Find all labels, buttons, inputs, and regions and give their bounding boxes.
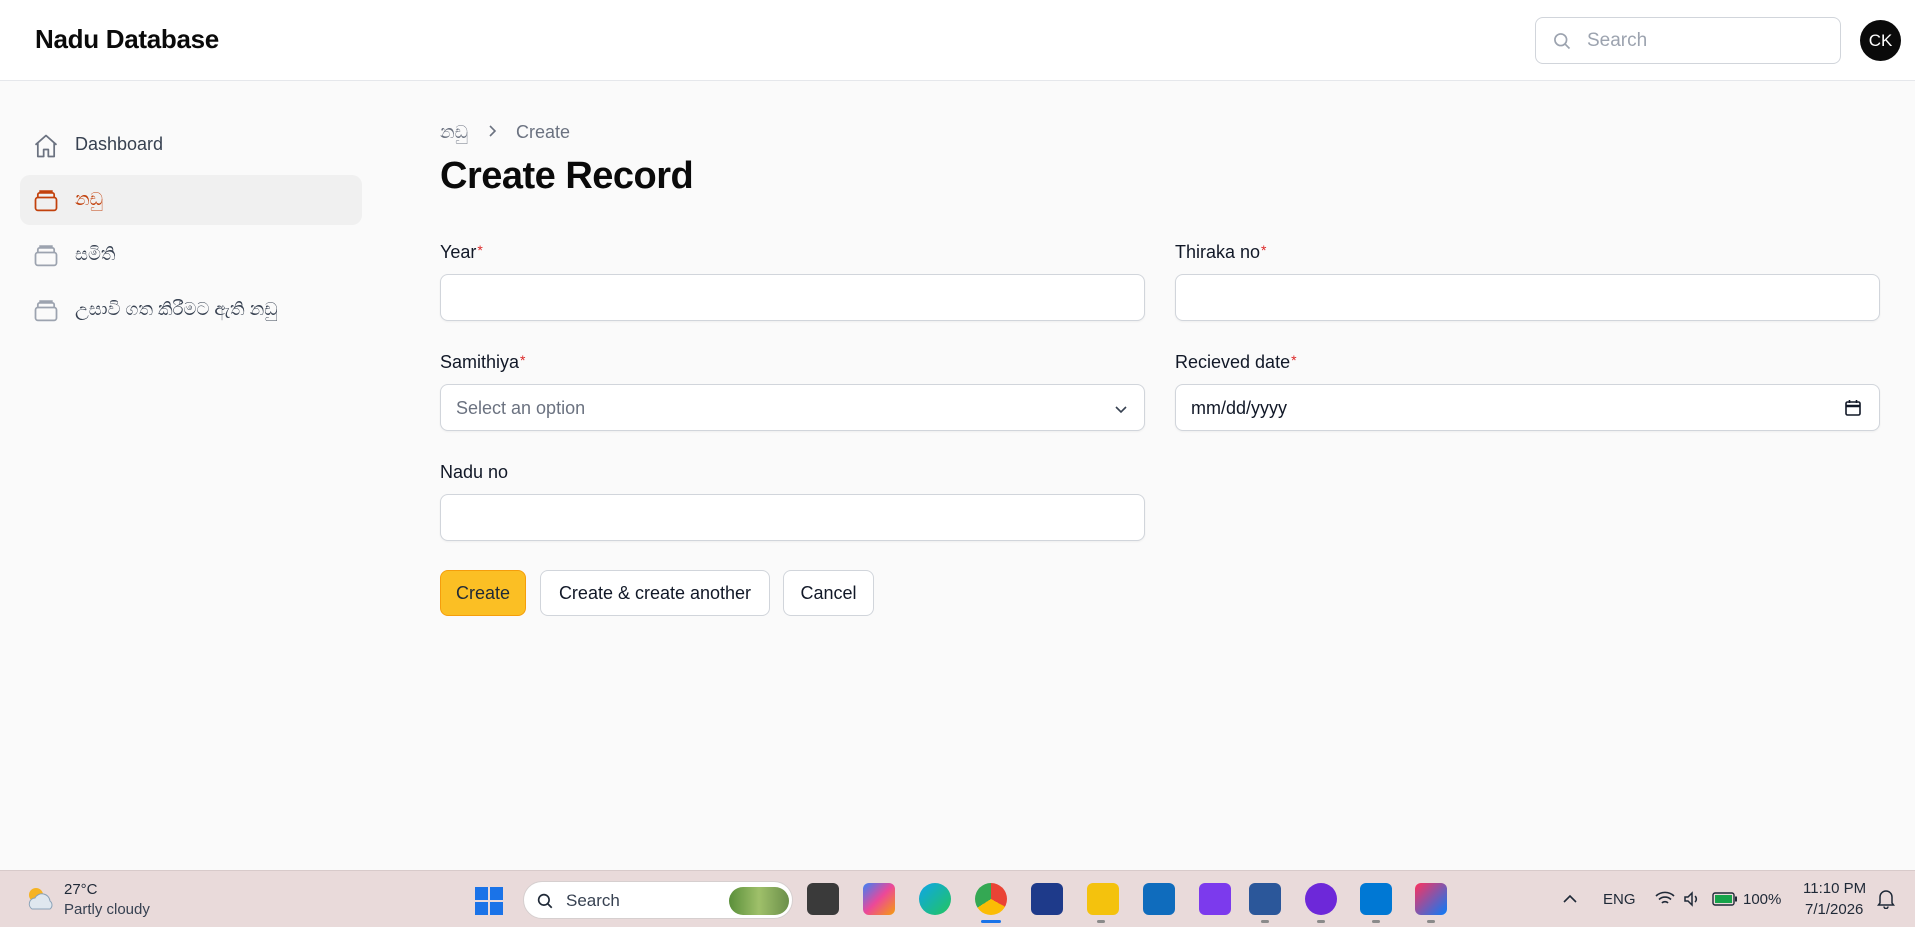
- required-marker: *: [520, 352, 526, 368]
- breadcrumb-current: Create: [516, 122, 571, 142]
- page-title: Create Record: [440, 155, 694, 197]
- intellij-icon[interactable]: [1415, 883, 1447, 915]
- cancel-button[interactable]: Cancel: [783, 570, 874, 616]
- taskbar: 27°C Partly cloudy Search ENG 100% 11:10…: [0, 870, 1915, 927]
- running-indicator: [1372, 920, 1380, 923]
- archive-box-icon: [34, 245, 58, 267]
- avatar[interactable]: CK: [1860, 20, 1901, 61]
- archive-box-icon: [34, 300, 58, 322]
- archive-box-icon: [34, 190, 58, 212]
- sidebar-item-label: උසාවි ගත කිරීමට ඇති නඩු: [75, 299, 278, 319]
- clock-date[interactable]: 7/1/2026: [1805, 901, 1863, 918]
- wifi-icon[interactable]: [1655, 891, 1675, 907]
- notification-bell-icon[interactable]: [1877, 889, 1895, 909]
- battery-icon[interactable]: [1712, 892, 1738, 906]
- samithiya-placeholder: Select an option: [456, 398, 586, 418]
- samithiya-label-text: Samithiya: [440, 352, 520, 372]
- required-marker: *: [477, 242, 483, 258]
- clock-time[interactable]: 11:10 PM: [1803, 880, 1866, 897]
- breadcrumb: නඩු Create: [440, 122, 570, 143]
- chevron-down-icon: [1115, 406, 1127, 414]
- taskbar-search-label: Search: [566, 891, 620, 910]
- sidebar-item-label: නඩු: [75, 189, 103, 209]
- file-explorer-icon[interactable]: [1087, 883, 1119, 915]
- nadu-no-label-text: Nadu no: [440, 462, 509, 482]
- chrome-icon[interactable]: [975, 883, 1007, 915]
- proton-icon[interactable]: [1199, 883, 1231, 915]
- chrome-active-indicator: [981, 920, 1001, 923]
- running-indicator: [1261, 920, 1269, 923]
- samithiya-label: Samithiya*: [440, 352, 525, 373]
- global-search-input[interactable]: Search: [1535, 17, 1841, 64]
- task-view-icon[interactable]: [807, 883, 839, 915]
- search-highlight-image: [729, 887, 789, 915]
- search-placeholder: Search: [1587, 30, 1648, 51]
- search-icon: [537, 893, 553, 909]
- vscode-icon[interactable]: [1360, 883, 1392, 915]
- calendar-icon[interactable]: [1844, 399, 1862, 417]
- edge-icon[interactable]: [919, 883, 951, 915]
- chevron-up-icon[interactable]: [1562, 893, 1578, 905]
- sidebar-item-pending-cases[interactable]: උසාවි ගත කිරීමට ඇති නඩු: [20, 285, 362, 335]
- nadu-no-input[interactable]: [440, 494, 1145, 541]
- nadu-no-label: Nadu no: [440, 462, 508, 483]
- outlook-icon[interactable]: [1143, 883, 1175, 915]
- year-input[interactable]: [440, 274, 1145, 321]
- thiraka-no-label-text: Thiraka no: [1175, 242, 1261, 262]
- create-button[interactable]: Create: [440, 570, 526, 616]
- running-indicator: [1427, 920, 1435, 923]
- copilot-icon[interactable]: [863, 883, 895, 915]
- breadcrumb-parent-link[interactable]: නඩු: [440, 122, 468, 142]
- home-icon: [34, 134, 58, 158]
- year-label-text: Year: [440, 242, 477, 262]
- recieved-date-placeholder: mm/dd/yyyy: [1191, 398, 1288, 418]
- store-icon[interactable]: [1031, 883, 1063, 915]
- sidebar-item-dashboard[interactable]: Dashboard: [20, 120, 362, 170]
- partly-cloudy-icon[interactable]: [22, 883, 56, 915]
- volume-icon[interactable]: [1683, 891, 1701, 907]
- chevron-right-icon: [487, 122, 497, 143]
- thiraka-no-input[interactable]: [1175, 274, 1880, 321]
- weather-temp: 27°C: [64, 881, 98, 898]
- sidebar-item-samithi[interactable]: සමිති: [20, 230, 362, 280]
- recieved-date-input[interactable]: mm/dd/yyyy: [1175, 384, 1880, 431]
- sidebar-item-nadu[interactable]: නඩු: [20, 175, 362, 225]
- recieved-date-label: Recieved date*: [1175, 352, 1297, 373]
- required-marker: *: [1261, 242, 1267, 258]
- year-label: Year*: [440, 242, 483, 263]
- samithiya-select[interactable]: Select an option: [440, 384, 1145, 431]
- top-bar: Nadu Database Search CK: [0, 0, 1915, 81]
- sidebar: Dashboard නඩු සමිති උසාවි ගත කිරීමට ඇති …: [20, 120, 362, 340]
- required-marker: *: [1291, 352, 1297, 368]
- word-icon[interactable]: [1249, 883, 1281, 915]
- brand-title[interactable]: Nadu Database: [35, 24, 219, 55]
- sidebar-item-label: සමිති: [75, 244, 116, 264]
- running-indicator: [1097, 920, 1105, 923]
- weather-desc: Partly cloudy: [64, 901, 150, 918]
- thiraka-no-label: Thiraka no*: [1175, 242, 1267, 263]
- search-icon: [1554, 33, 1571, 50]
- recieved-date-label-text: Recieved date: [1175, 352, 1291, 372]
- create-another-button[interactable]: Create & create another: [540, 570, 770, 616]
- github-desktop-icon[interactable]: [1305, 883, 1337, 915]
- windows-start-icon[interactable]: [474, 886, 504, 916]
- sidebar-item-label: Dashboard: [75, 134, 164, 154]
- taskbar-search[interactable]: Search: [523, 881, 793, 919]
- running-indicator: [1317, 920, 1325, 923]
- battery-level: 100%: [1743, 891, 1782, 908]
- language-indicator[interactable]: ENG: [1603, 891, 1636, 908]
